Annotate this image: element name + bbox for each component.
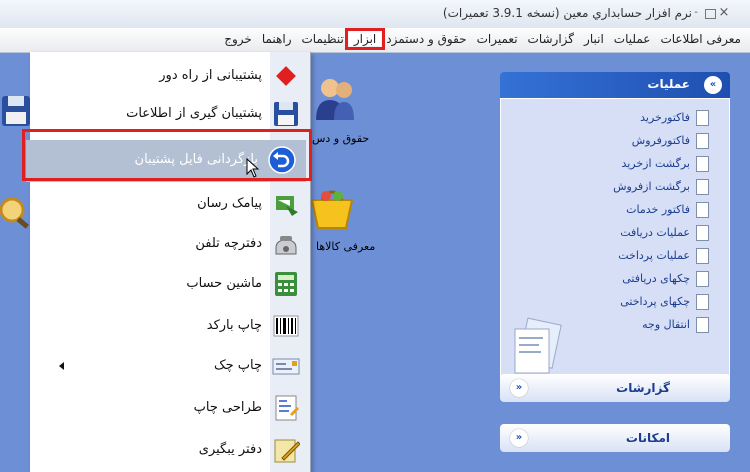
menu-item-sms-sender[interactable]: پیامک رسان: [30, 186, 310, 222]
expand-chevron-icon[interactable]: »: [510, 429, 528, 447]
menu-define-info[interactable]: معرفی اطلاعات: [655, 32, 746, 46]
cheque-icon: [272, 352, 300, 380]
sms-sender-icon: [272, 190, 300, 218]
menu-item-calculator[interactable]: ماشین حساب: [30, 266, 310, 302]
floppy-disk-icon[interactable]: [0, 90, 32, 130]
menu-help[interactable]: راهنما: [257, 32, 297, 46]
payroll-shortcut-label[interactable]: حقوق و دس: [312, 132, 369, 145]
menu-settings[interactable]: تنظیمات: [296, 32, 348, 46]
operations-panel-body: فاکتورخرید فاکتورفروش برگشت ازخرید برگشت…: [500, 98, 730, 386]
menu-reports[interactable]: گزارشات: [523, 32, 579, 46]
document-icon: [696, 247, 709, 264]
document-icon: [696, 201, 709, 218]
menu-operations[interactable]: عملیات: [609, 32, 656, 46]
window-title: نرم افزار حسابداري معين (نسخه 3.9.1 تعمي…: [442, 6, 692, 20]
payroll-people-icon[interactable]: [308, 76, 356, 124]
document-icon: [696, 270, 709, 287]
menu-item-print-cheque[interactable]: چاپ چک: [30, 348, 310, 384]
collapse-chevron-icon[interactable]: «: [704, 76, 722, 94]
operations-panel-header[interactable]: عملیات «: [500, 72, 730, 98]
telephone-icon: [272, 230, 300, 258]
menu-item-backup[interactable]: پشتیبان گیری از اطلاعات: [30, 96, 310, 132]
document-icon: [696, 155, 709, 172]
remote-support-icon: [272, 62, 300, 90]
submenu-arrow-icon: [59, 362, 64, 370]
barcode-icon: [272, 312, 300, 340]
notebook-pen-icon: [272, 436, 301, 464]
minimize-button[interactable]: -: [690, 7, 702, 19]
op-fund-transfer[interactable]: انتقال وجه: [642, 314, 709, 334]
menu-bar: معرفی اطلاعات عملیات انبار گزارشات تعمیر…: [0, 28, 750, 53]
menu-exit[interactable]: خروج: [219, 32, 257, 46]
op-sales-invoice[interactable]: فاکتورفروش: [632, 130, 709, 150]
op-service-invoice[interactable]: فاکتور خدمات: [626, 199, 709, 219]
op-payments[interactable]: عملیات پرداخت: [618, 245, 709, 265]
menu-item-remote-support[interactable]: پشتیبانی از راه دور: [30, 58, 310, 94]
menu-item-followup-book[interactable]: دفتر یبگیری: [30, 432, 310, 468]
document-icon: [696, 316, 709, 333]
document-icon: [696, 132, 709, 149]
facilities-panel-header[interactable]: امکانات »: [500, 424, 730, 452]
goods-shortcut-label[interactable]: معرفی کالاها: [316, 240, 375, 253]
op-purchase-return[interactable]: برگشت ازخرید: [621, 153, 709, 173]
op-paid-cheques[interactable]: چکهای پرداختی: [620, 291, 709, 311]
reports-panel-header[interactable]: گزارشات »: [500, 374, 730, 402]
title-bar: × نرم افزار حسابداري معين (نسخه 3.9.1 تع…: [0, 0, 750, 28]
document-icon: [696, 293, 709, 310]
documents-illustration-icon: [509, 317, 563, 379]
close-button[interactable]: ×: [718, 6, 730, 19]
restore-highlight-frame: [22, 129, 312, 181]
expand-chevron-icon[interactable]: »: [510, 379, 528, 397]
op-purchase-invoice[interactable]: فاکتورخرید: [640, 107, 709, 127]
goods-basket-icon[interactable]: [308, 182, 356, 232]
calculator-icon: [272, 270, 300, 298]
search-goods-icon[interactable]: [0, 192, 32, 232]
document-icon: [696, 109, 709, 126]
maximize-button[interactable]: [705, 9, 716, 19]
op-received-cheques[interactable]: چکهای دریافتی: [622, 268, 709, 288]
menu-payroll[interactable]: حقوق و دستمزد: [381, 32, 471, 46]
floppy-disk-icon: [272, 100, 300, 128]
menu-warehouse[interactable]: انبار: [579, 32, 609, 46]
menu-item-phonebook[interactable]: دفترچه تلفن: [30, 226, 310, 262]
operations-panel: عملیات « فاکتورخرید فاکتورفروش برگشت ازخ…: [500, 72, 730, 386]
menu-item-print-design[interactable]: طراحی چاپ: [30, 390, 310, 426]
menu-repairs[interactable]: تعمیرات: [472, 32, 523, 46]
tools-dropdown-menu: پشتیبانی از راه دور پشتیبان گیری از اطلا…: [26, 52, 311, 472]
op-receipts[interactable]: عملیات دریافت: [620, 222, 709, 242]
menu-item-print-barcode[interactable]: چاپ بارکد: [30, 308, 310, 344]
document-icon: [696, 178, 709, 195]
op-sales-return[interactable]: برگشت ازفروش: [613, 176, 709, 196]
print-design-icon: [272, 394, 300, 422]
document-icon: [696, 224, 709, 241]
menu-tools[interactable]: ابزار: [344, 28, 386, 50]
